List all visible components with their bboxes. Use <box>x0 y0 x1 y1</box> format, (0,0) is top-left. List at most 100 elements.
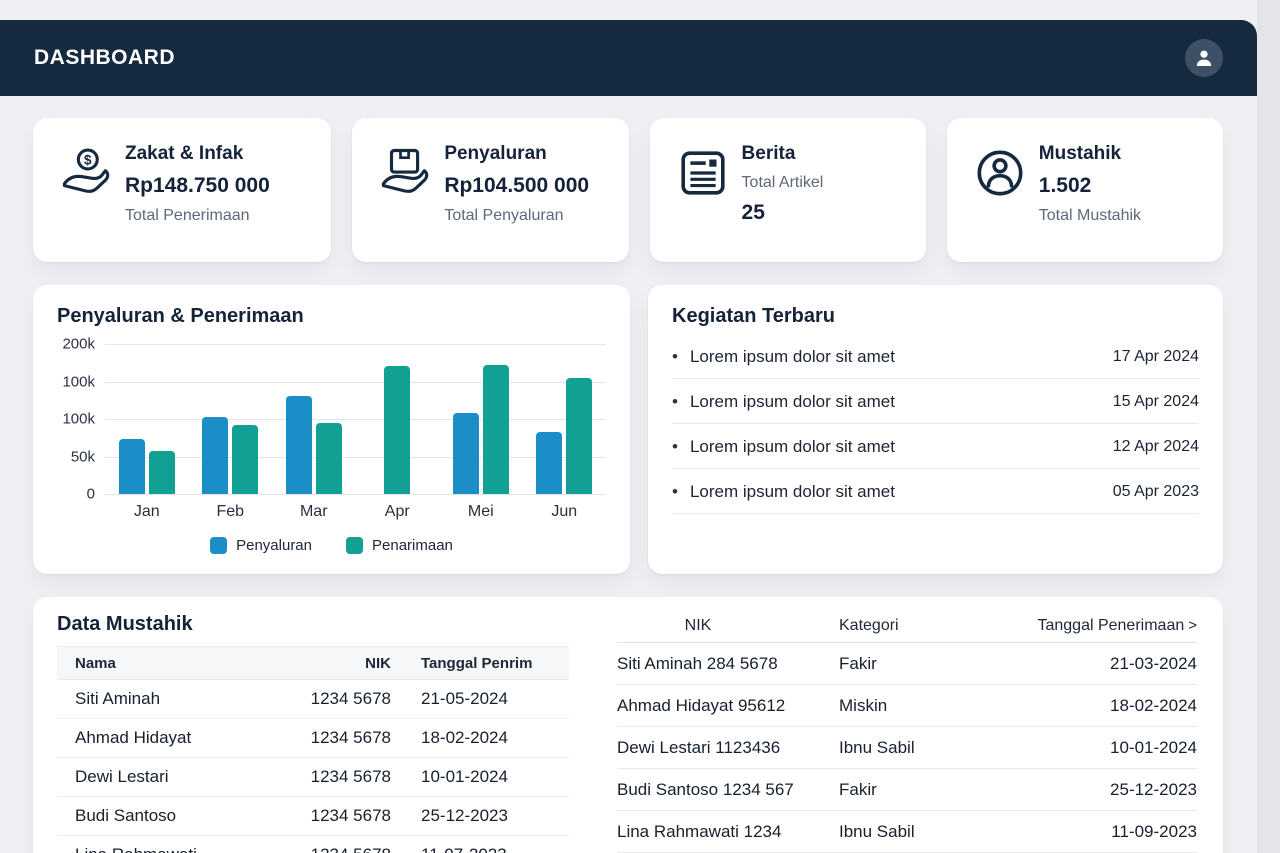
middle-row: Penyaluran & Penerimaan 200k100k100k50k0… <box>33 285 1223 574</box>
table-cell: 1234 5678 <box>286 767 391 787</box>
table-cell: 10-01-2024 <box>1022 738 1197 758</box>
stat-card-value: Rp104.500 000 <box>444 174 608 198</box>
legend-swatch <box>346 537 363 554</box>
chart-gridline <box>105 494 606 495</box>
activity-date: 15 Apr 2024 <box>1113 393 1199 411</box>
window-edge-strip <box>1257 0 1280 853</box>
table-cell: Dewi Lestari 1123436 <box>617 738 839 758</box>
sort-header-tanggal-penerimaan[interactable]: Tanggal Penerimaan> <box>1022 617 1197 635</box>
stat-card-title: Berita <box>742 140 906 165</box>
stat-card-value: 25 <box>742 201 906 225</box>
table-cell: Budi Santoso <box>75 806 286 826</box>
bullet-icon: • <box>672 392 678 412</box>
activity-item: •Lorem ipsum dolor sit amet 12 Apr 2024 <box>672 424 1199 469</box>
legend-swatch <box>210 537 227 554</box>
table-cell: 11-09-2023 <box>1022 822 1197 842</box>
table-header-row: NamaNIKTanggal Penrim <box>57 646 569 680</box>
stat-card-value: Rp148.750 000 <box>125 174 311 198</box>
table-cell: 1234 5678 <box>286 728 391 748</box>
table-cell: 21-03-2024 <box>1022 654 1197 674</box>
y-tick-label: 100k <box>62 373 95 390</box>
activity-date: 12 Apr 2024 <box>1113 438 1199 456</box>
x-tick-label: Apr <box>356 503 440 521</box>
svg-text:$: $ <box>84 152 92 167</box>
bar-penyaluran-jan <box>119 439 145 494</box>
table-header-cell: Tanggal Penrim <box>391 655 551 672</box>
table-row: Budi Santoso 1234 567Fakir25-12-2023 <box>617 769 1197 811</box>
chart-y-axis: 200k100k100k50k0 <box>57 344 105 494</box>
y-tick-label: 100k <box>62 411 95 428</box>
table-header-cell: Nama <box>75 655 286 672</box>
stat-card: Mustahik1.502Total Mustahik <box>947 118 1223 262</box>
activity-date: 05 Apr 2023 <box>1113 483 1199 501</box>
table-row: Lina Rahmawati 1234Ibnu Sabil11-09-2023 <box>617 811 1197 853</box>
bar-penarimaan-apr <box>384 366 410 494</box>
table-cell: 18-02-2024 <box>1022 696 1197 716</box>
bullet-icon: • <box>672 482 678 502</box>
stat-card-text: Mustahik1.502Total Mustahik <box>1039 140 1203 262</box>
table-cell: Ibnu Sabil <box>839 822 1022 842</box>
table-cell: 1234 5678 <box>286 689 391 709</box>
x-tick-label: Feb <box>189 503 273 521</box>
mustahik-left-section: Data Mustahik NamaNIKTanggal PenrimSiti … <box>57 613 569 853</box>
table-cell: Lina Rahmawati 1234 <box>617 822 839 842</box>
table-cell: Miskin <box>839 696 1022 716</box>
table-cell: 1234 5678 <box>286 806 391 826</box>
table-row: Ahmad Hidayat1234 567818-02-2024 <box>57 719 569 758</box>
chevron-right-icon: > <box>1188 617 1197 634</box>
legend-item-penarimaan[interactable]: Penarimaan <box>346 537 453 554</box>
table-cell: 10-01-2024 <box>391 767 551 787</box>
main-content: $ Zakat & Infak Rp148.750 000 Total Penerim… <box>0 96 1257 853</box>
data-mustahik-card: Data Mustahik NamaNIKTanggal PenrimSiti … <box>33 597 1223 853</box>
stat-card-subtitle: Total Artikel <box>742 174 906 192</box>
legend-label: Penyaluran <box>236 537 312 554</box>
stat-card-title: Zakat & Infak <box>125 140 311 165</box>
x-tick-label: Mar <box>272 503 356 521</box>
stat-card-subtitle: Total Penerimaan <box>125 207 311 225</box>
stat-card-title: Penyaluran <box>444 140 608 165</box>
table-cell: Lina Rahmawati <box>75 845 286 853</box>
table-header-cell: NIK <box>286 655 391 672</box>
bar-penyaluran-jun <box>536 432 562 494</box>
table-cell: Ahmad Hidayat 95612 <box>617 696 839 716</box>
newspaper-icon <box>676 140 742 262</box>
table-cell: Siti Aminah <box>75 689 286 709</box>
bar-group-mar <box>272 344 356 494</box>
activity-text: Lorem ipsum dolor sit amet <box>690 482 895 502</box>
y-tick-label: 200k <box>62 336 95 353</box>
table-row: Siti Aminah1234 567821-05-2024 <box>57 680 569 719</box>
person-circle-icon <box>973 140 1039 262</box>
hand-box-icon <box>378 140 444 262</box>
mustahik-detail-table: NIKKategoriTanggal Penerimaan>Siti Amina… <box>617 613 1197 853</box>
user-avatar-button[interactable] <box>1185 39 1223 77</box>
bar-group-feb <box>189 344 273 494</box>
hand-coin-icon: $ <box>59 140 125 262</box>
x-tick-label: Jan <box>105 503 189 521</box>
table-row: Budi Santoso1234 567825-12-2023 <box>57 797 569 836</box>
legend-label: Penarimaan <box>372 537 453 554</box>
bar-penarimaan-jun <box>566 378 592 494</box>
table-cell: Fakir <box>839 780 1022 800</box>
table-row: Lina Rahmawati1234 567811-07-2023 <box>57 836 569 853</box>
bullet-icon: • <box>672 437 678 457</box>
table-cell: 18-02-2024 <box>391 728 551 748</box>
activity-text-wrap: •Lorem ipsum dolor sit amet <box>672 437 895 457</box>
table-cell: 25-12-2023 <box>1022 780 1197 800</box>
bar-penarimaan-mar <box>316 423 342 494</box>
activities-card: Kegiatan Terbaru •Lorem ipsum dolor sit … <box>648 285 1223 574</box>
stat-cards-row: $ Zakat & Infak Rp148.750 000 Total Penerim… <box>33 118 1223 262</box>
bar-group-apr <box>356 344 440 494</box>
stat-card-text: Berita Total Artikel 25 <box>742 140 906 262</box>
activity-text: Lorem ipsum dolor sit amet <box>690 392 895 412</box>
page-title: DASHBOARD <box>34 46 175 70</box>
chart-title: Penyaluran & Penerimaan <box>57 305 606 328</box>
mustahik-mini-table: NamaNIKTanggal PenrimSiti Aminah1234 567… <box>57 646 569 853</box>
legend-item-penyaluran[interactable]: Penyaluran <box>210 537 312 554</box>
bar-penarimaan-jan <box>149 451 175 494</box>
bullet-icon: • <box>672 347 678 367</box>
activity-text: Lorem ipsum dolor sit amet <box>690 347 895 367</box>
stat-card: Berita Total Artikel 25 <box>650 118 926 262</box>
table-cell: 1234 5678 <box>286 845 391 853</box>
bar-chart: 200k100k100k50k0 JanFebMarAprMeiJun Peny… <box>57 344 606 554</box>
bar-group-jan <box>105 344 189 494</box>
